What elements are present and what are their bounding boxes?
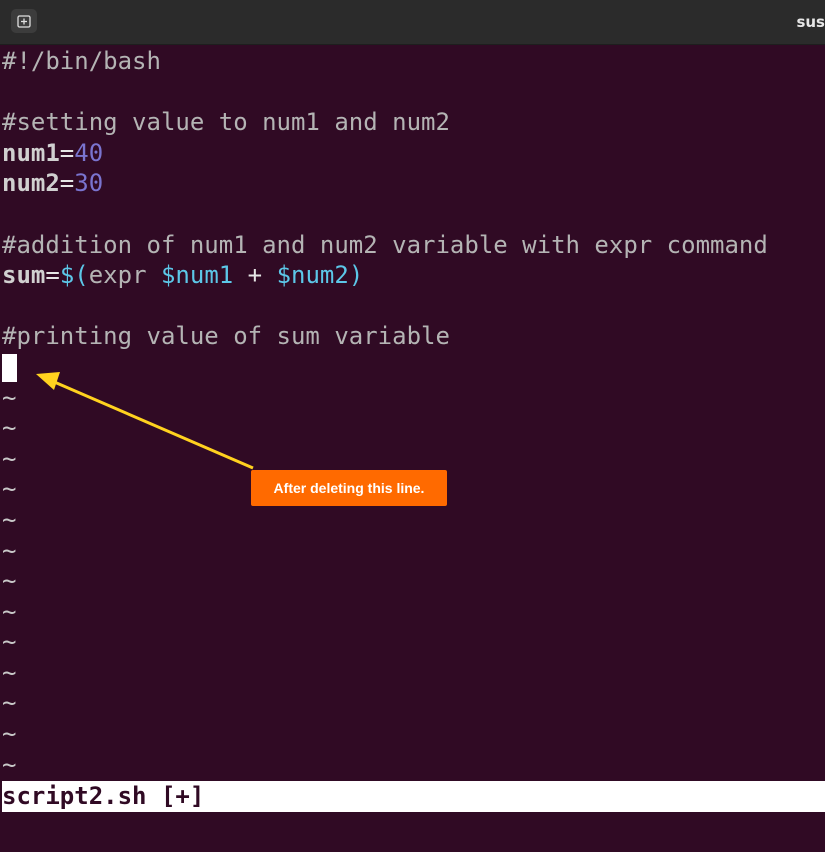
- callout-label: After deleting this line.: [273, 480, 425, 496]
- annotation-callout: After deleting this line.: [251, 470, 447, 506]
- arrow-head: [36, 372, 60, 390]
- arrow-shaft: [51, 379, 254, 470]
- annotation-arrow: [36, 372, 254, 470]
